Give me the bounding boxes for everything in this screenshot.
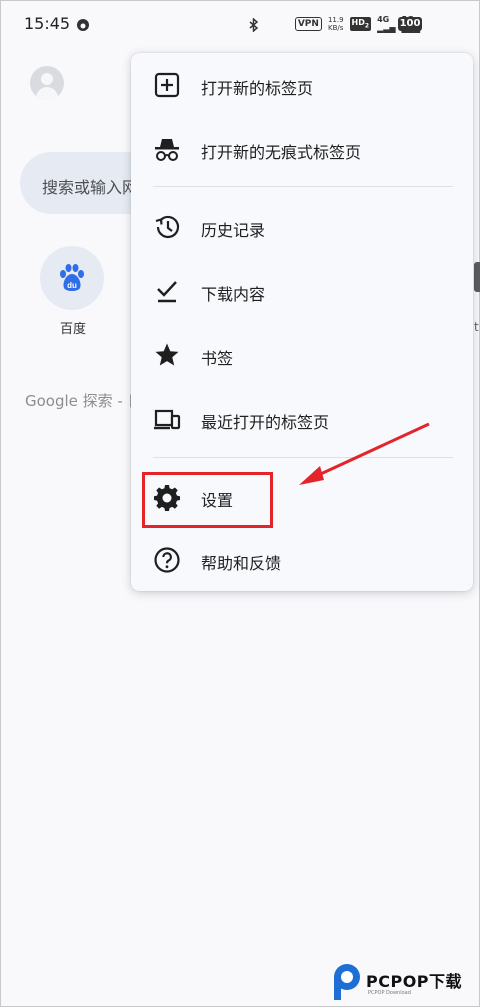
annotation-highlight-box	[142, 472, 273, 528]
partial-shortcut-label: t	[474, 320, 479, 334]
signal-4g-icon: 4G ▂▃▅	[377, 15, 396, 33]
baidu-icon: du	[40, 246, 104, 310]
downloads-icon	[157, 281, 177, 303]
annotation-arrow-icon	[299, 422, 430, 485]
menu-divider	[153, 186, 453, 187]
svg-text:du: du	[67, 281, 77, 290]
recent-tabs-devices-icon	[154, 409, 181, 430]
menu-item-new-incognito-tab[interactable]: 打开新的无痕式标签页	[131, 119, 473, 179]
search-placeholder: 搜索或输入网	[42, 178, 139, 197]
discover-feed-header[interactable]: Google 探索 - 日	[25, 390, 143, 411]
shortcut-tile-baidu[interactable]: du 百度	[40, 246, 106, 337]
battery-indicator: 100	[398, 17, 422, 31]
hd-badge: HD2	[349, 16, 372, 32]
network-speed: 11.9 KB/s	[327, 16, 344, 32]
help-icon	[154, 547, 180, 573]
menu-item-history[interactable]: 历史记录	[131, 197, 473, 257]
notification-icon	[77, 19, 89, 31]
status-bar: 15:45 VPN 11.9 KB/s HD2 4G▂▃▅ 5G▂▃▅ 100	[0, 0, 480, 50]
history-icon	[155, 215, 180, 239]
menu-item-label: 书签	[201, 349, 234, 368]
bluetooth-icon	[249, 18, 259, 32]
vpn-badge: VPN	[294, 17, 322, 31]
watermark-subtext: PCPOP Download	[368, 990, 411, 996]
partial-shortcut-tile[interactable]	[474, 262, 480, 292]
status-time: 15:45	[24, 14, 71, 33]
incognito-icon	[155, 139, 179, 161]
account-avatar[interactable]	[30, 66, 64, 100]
menu-item-help-feedback[interactable]: 帮助和反馈	[131, 530, 473, 590]
menu-item-label: 下载内容	[201, 285, 266, 304]
menu-item-label: 打开新的无痕式标签页	[201, 143, 362, 162]
menu-item-new-tab[interactable]: 打开新的标签页	[131, 55, 473, 115]
new-tab-icon	[154, 72, 180, 98]
pcpop-logo-icon	[334, 964, 360, 1000]
bookmark-star-icon	[155, 343, 179, 366]
menu-item-label: 帮助和反馈	[201, 554, 282, 573]
shortcut-label: 百度	[59, 322, 86, 337]
menu-item-bookmarks[interactable]: 书签	[131, 325, 473, 385]
menu-item-downloads[interactable]: 下载内容	[131, 261, 473, 321]
menu-item-label: 历史记录	[201, 221, 266, 240]
menu-item-label: 打开新的标签页	[201, 79, 314, 98]
watermark-text: PCPOP下载	[366, 972, 463, 991]
